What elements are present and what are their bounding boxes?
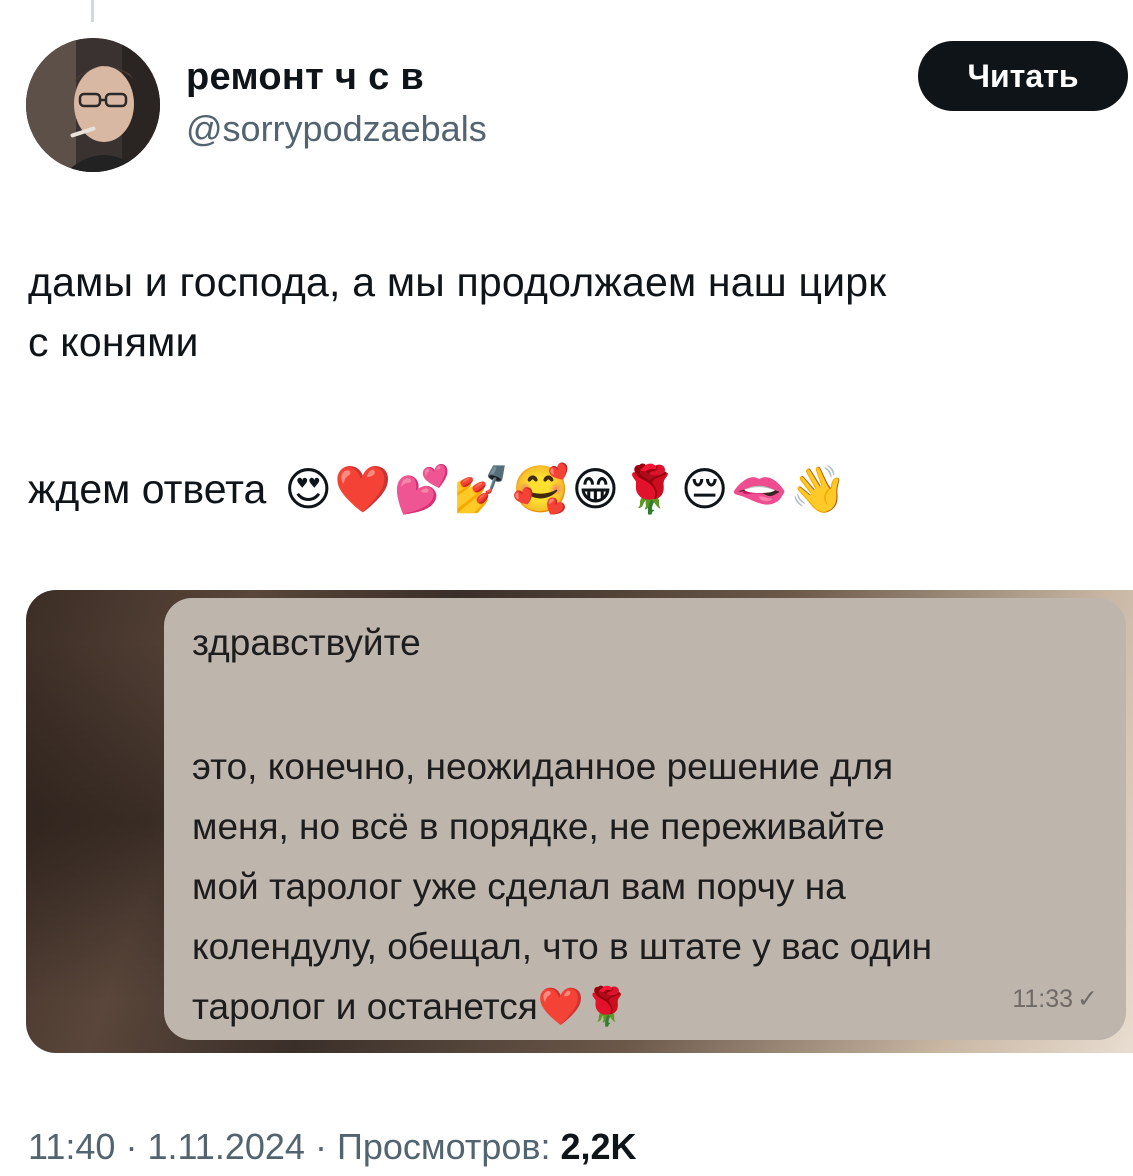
emoji-row: 😍 ❤️ 💕 💅 🥰 😁 🌹 😔 🫦 👋 [284, 466, 847, 512]
tweet-text-line: ждем ответа [28, 465, 267, 512]
tweet-meta: 11:40 · 1.11.2024 · Просмотров: 2,2K [28, 1126, 637, 1168]
tweet-date[interactable]: 1.11.2024 [147, 1126, 304, 1167]
pensive-emoji-icon: 😔 [680, 462, 729, 516]
two-hearts-emoji-icon: 💕 [393, 462, 451, 516]
grinning-emoji-icon: 😁 [571, 462, 620, 516]
biting-lip-emoji-icon: 🫦 [730, 462, 788, 516]
read-button[interactable]: Читать [918, 41, 1128, 111]
red-heart-emoji-icon: ❤️ [334, 462, 392, 516]
meta-separator: · [314, 1126, 337, 1167]
nail-polish-emoji-icon: 💅 [452, 462, 511, 516]
message-line: это, конечно, неожиданное решение для [192, 746, 894, 787]
tweet-text-emoji-line: ждем ответа 😍 ❤️ 💕 💅 🥰 😁 🌹 😔 🫦 👋 [28, 458, 847, 520]
tweet-text-line: с конями [28, 319, 199, 365]
author-display-name[interactable]: ремонт ч с в [186, 56, 424, 99]
author-handle[interactable]: @sorrypodzaebals [186, 108, 487, 150]
views-count: 2,2K [560, 1126, 637, 1167]
message-timestamp: 11:33 ✓ [1012, 984, 1098, 1014]
message-line: таролог и останется❤️🌹 [192, 986, 630, 1027]
heart-eyes-emoji-icon: 😍 [284, 462, 333, 516]
meta-separator: · [125, 1126, 148, 1167]
message-bubble: здравствуйте это, конечно, неожиданное р… [164, 598, 1126, 1040]
message-line: меня, но всё в порядке, не переживайте [192, 806, 885, 847]
sent-check-icon: ✓ [1077, 985, 1098, 1013]
message-line: мой таролог уже сделал вам порчу на [192, 866, 846, 907]
message-body: это, конечно, неожиданное решение для ме… [192, 737, 1112, 1037]
avatar-portrait-image [26, 38, 160, 172]
tweet-media-image[interactable]: здравствуйте это, конечно, неожиданное р… [26, 590, 1133, 1053]
message-time: 11:33 [1012, 984, 1074, 1013]
message-greeting: здравствуйте [192, 622, 421, 663]
avatar[interactable] [26, 38, 160, 172]
tweet-text-line: дамы и господа, а мы продолжаем наш цирк [28, 259, 887, 305]
rose-emoji-icon: 🌹 [621, 462, 679, 516]
tweet-time[interactable]: 11:40 [28, 1126, 115, 1167]
waving-hand-emoji-icon: 👋 [789, 462, 848, 516]
views-label: Просмотров: [336, 1126, 551, 1167]
tweet-text: дамы и господа, а мы продолжаем наш цирк… [28, 252, 1118, 372]
thread-connector-line [91, 0, 94, 22]
smiling-hearts-emoji-icon: 🥰 [512, 462, 570, 516]
message-line: колендулу, обещал, что в штате у вас оди… [192, 926, 933, 967]
